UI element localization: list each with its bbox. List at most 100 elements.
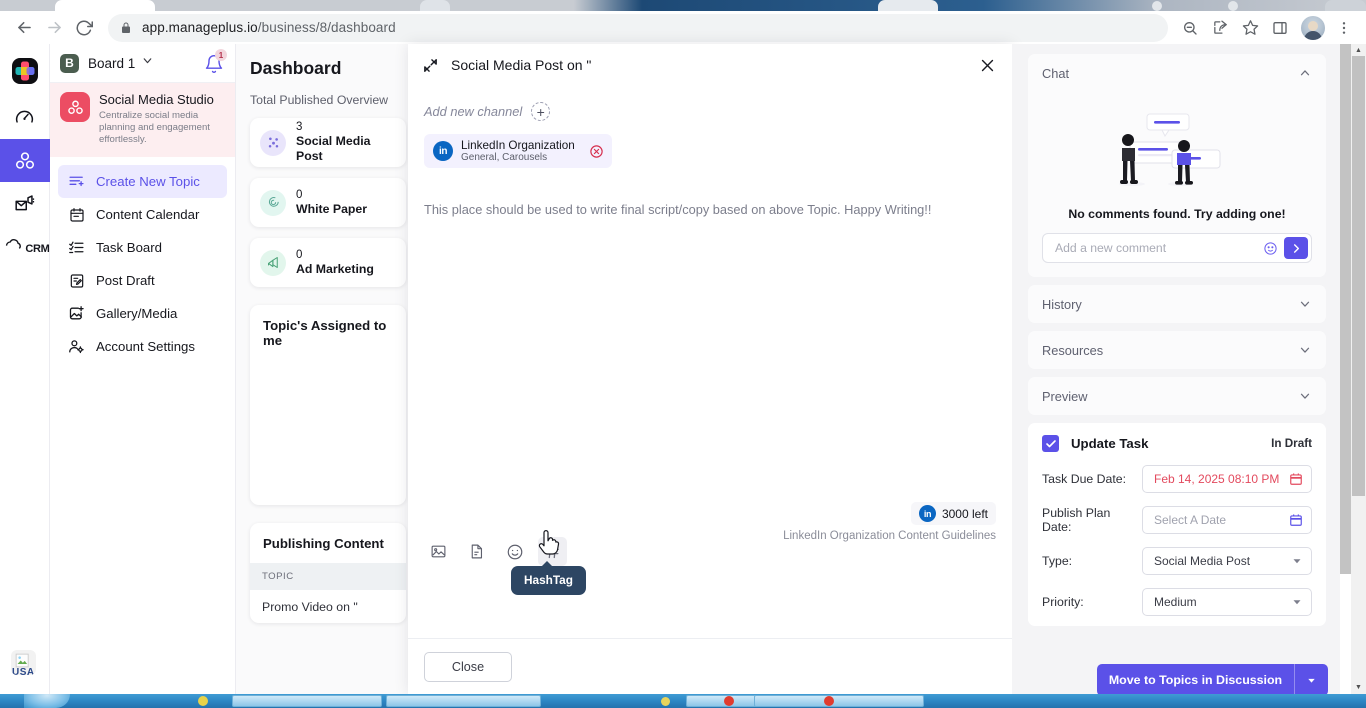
zoom-out-icon[interactable]	[1176, 14, 1204, 42]
sidebar-item-account-settings[interactable]: Account Settings	[58, 330, 227, 363]
linkedin-icon: in	[433, 141, 453, 161]
panel-scrollbar[interactable]	[1340, 44, 1351, 694]
notifications-button[interactable]: 1	[203, 49, 227, 74]
insert-image-icon[interactable]	[424, 537, 453, 566]
insert-document-icon[interactable]	[462, 537, 491, 566]
move-to-topics-in-discussion-button[interactable]: Move to Topics in Discussion	[1097, 664, 1328, 696]
comment-input-wrapper[interactable]	[1042, 233, 1312, 263]
reload-icon[interactable]	[69, 13, 99, 43]
close-icon[interactable]	[979, 57, 996, 74]
taskbar-window[interactable]	[386, 695, 541, 707]
sidebar-item-post-draft[interactable]: Post Draft	[58, 264, 227, 297]
field-row-priority: Priority: Medium	[1042, 588, 1312, 616]
sidebar-item-create-new-topic[interactable]: Create New Topic	[58, 165, 227, 198]
browser-tab[interactable]	[420, 0, 450, 11]
board-selector[interactable]: B Board 1 1	[50, 44, 235, 83]
usa-broken-image: USA	[11, 650, 39, 680]
taskbar-item[interactable]	[198, 696, 208, 706]
social-media-studio-icon[interactable]	[0, 139, 50, 182]
chevron-down-icon[interactable]	[1291, 596, 1303, 608]
insert-emoji-icon[interactable]	[500, 537, 529, 566]
studio-card[interactable]: Social Media Studio Centralize social me…	[50, 83, 235, 157]
chevron-up-icon[interactable]	[1298, 66, 1312, 80]
dashboard-speedometer-icon[interactable]	[0, 96, 50, 139]
three-dot-menu-icon[interactable]	[1330, 14, 1358, 42]
chat-section-header[interactable]: Chat	[1028, 54, 1326, 92]
stat-card-social-media-post[interactable]: 3 Social Media Post	[250, 118, 406, 167]
resources-label: Resources	[1042, 342, 1104, 358]
stat-count: 0	[296, 248, 303, 261]
type-select[interactable]: Social Media Post	[1142, 547, 1312, 575]
start-button[interactable]	[24, 694, 70, 708]
field-label: Priority:	[1042, 595, 1084, 609]
calendar-red-icon[interactable]	[1289, 472, 1303, 486]
plus-icon[interactable]: +	[531, 102, 551, 121]
browser-tab-strip[interactable]	[0, 0, 1366, 11]
task-due-date-input[interactable]: Feb 14, 2025 08:10 PM	[1142, 465, 1312, 493]
stat-card-ad-marketing[interactable]: 0 Ad Marketing	[250, 238, 406, 287]
taskbar-item[interactable]	[661, 696, 670, 706]
update-task-checkbox[interactable]	[1042, 435, 1059, 452]
taskbar-item[interactable]	[724, 696, 734, 706]
address-bar-text: app.manageplus.io/business/8/dashboard	[142, 20, 396, 35]
browser-tab[interactable]	[878, 0, 938, 11]
taskbar-window[interactable]	[232, 695, 382, 707]
priority-select[interactable]: Medium	[1142, 588, 1312, 616]
add-channel-row[interactable]: Add new channel +	[424, 102, 996, 121]
preview-section-header[interactable]: Preview	[1028, 377, 1326, 415]
stat-count: 3	[296, 121, 303, 133]
forward-arrow-icon[interactable]	[39, 13, 69, 43]
character-counter: in 3000 left	[910, 502, 996, 525]
comment-input[interactable]	[1055, 241, 1263, 255]
stat-card-white-paper[interactable]: 0 White Paper	[250, 178, 406, 227]
history-section-header[interactable]: History	[1028, 285, 1326, 323]
sidebar-item-gallery-media[interactable]: Gallery/Media	[58, 297, 227, 330]
crm-icon[interactable]: CRM	[0, 225, 50, 268]
star-icon[interactable]	[1236, 14, 1264, 42]
account-settings-icon	[68, 338, 85, 355]
chevron-down-icon[interactable]	[1294, 664, 1328, 696]
taskbar-window[interactable]	[754, 695, 924, 707]
side-panel-icon[interactable]	[1266, 14, 1294, 42]
table-cell-topic: Promo Video on "	[262, 599, 358, 614]
page-scrollbar-thumb[interactable]	[1352, 56, 1365, 496]
address-bar[interactable]: app.manageplus.io/business/8/dashboard	[108, 13, 1168, 42]
close-button[interactable]: Close	[424, 651, 512, 682]
page-scrollbar[interactable]: ▲ ▼	[1351, 44, 1366, 694]
channel-chip-linkedin-organization[interactable]: in LinkedIn Organization General, Carous…	[424, 134, 612, 168]
share-icon[interactable]	[1206, 14, 1234, 42]
chevron-down-icon[interactable]	[1291, 555, 1303, 567]
send-arrow-icon[interactable]	[1284, 237, 1308, 259]
assigned-topics-panel: Topic's Assigned to me	[250, 305, 406, 505]
emoji-icon[interactable]	[1263, 241, 1278, 256]
browser-tab[interactable]	[55, 0, 155, 11]
resources-section: Resources	[1028, 331, 1326, 369]
sidebar-item-task-board[interactable]: Task Board	[58, 231, 227, 264]
chevron-down-icon[interactable]	[1298, 297, 1312, 311]
back-arrow-icon[interactable]	[9, 13, 39, 43]
channel-subtypes: General, Carousels	[461, 151, 548, 163]
sidebar-item-content-calendar[interactable]: Content Calendar	[58, 198, 227, 231]
browser-tab[interactable]	[1325, 0, 1366, 11]
remove-circle-icon[interactable]	[589, 144, 604, 159]
field-value: Social Media Post	[1154, 554, 1251, 568]
app-rail: CRM USA	[0, 44, 50, 694]
taskbar-item[interactable]	[824, 696, 834, 706]
publish-plan-date-input[interactable]: Select A Date	[1142, 506, 1312, 534]
scroll-down-arrow-icon[interactable]: ▼	[1351, 681, 1366, 694]
chevron-down-icon[interactable]	[1298, 389, 1312, 403]
campaign-mail-icon[interactable]	[0, 182, 50, 225]
update-task-header: Update Task In Draft	[1042, 435, 1312, 452]
expand-icon[interactable]	[422, 57, 439, 74]
draft-document-icon	[68, 272, 85, 289]
board-initial: B	[60, 53, 79, 73]
resources-section-header[interactable]: Resources	[1028, 331, 1326, 369]
table-row[interactable]: Promo Video on "	[250, 590, 406, 623]
calendar-blue-icon[interactable]	[1289, 513, 1303, 527]
editor-placeholder-text[interactable]: This place should be used to write final…	[424, 202, 996, 217]
panel-scrollbar-thumb[interactable]	[1340, 44, 1351, 574]
app-logo[interactable]	[11, 58, 38, 84]
field-label: Publish Plan Date:	[1042, 506, 1111, 534]
chrome-profile-avatar[interactable]	[1301, 15, 1325, 40]
chevron-down-icon[interactable]	[1298, 343, 1312, 357]
